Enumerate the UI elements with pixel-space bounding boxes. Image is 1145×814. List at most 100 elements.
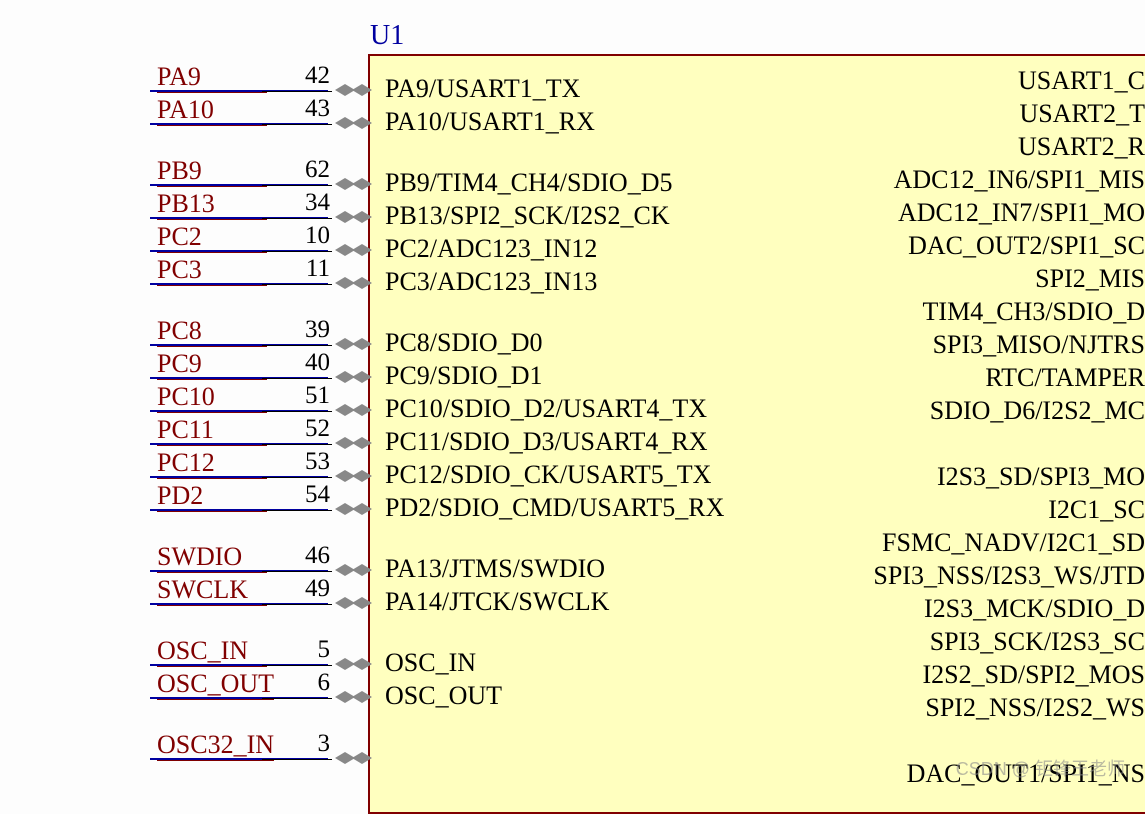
pin-function-right: TIM4_CH3/SDIO_D [923,297,1145,327]
io-arrow [362,437,372,449]
pin-number: 43 [270,95,330,123]
io-arrow [352,84,362,96]
net-label: PB13 [157,189,267,220]
net-label: PC2 [157,222,267,253]
pin-number: 52 [270,415,330,443]
pin-function: PC9/SDIO_D1 [385,361,542,391]
io-arrow [335,503,345,515]
io-arrow [335,338,345,350]
net-label: PB9 [157,156,267,187]
io-arrow [352,338,362,350]
pin-number: 3 [270,730,330,758]
pin-number: 54 [270,481,330,509]
io-arrow [335,277,345,289]
io-arrow [362,564,372,576]
pin-function-right: ADC12_IN7/SPI1_MO [898,198,1145,228]
pin-number: 11 [270,255,330,283]
pin-function-right: SPI2_MIS [1035,264,1145,294]
pin-function: PC2/ADC123_IN12 [385,234,597,264]
net-label: PC9 [157,349,267,380]
net-label: PC12 [157,448,267,479]
pin-function: PC10/SDIO_D2/USART4_TX [385,394,707,424]
io-arrow [362,470,372,482]
watermark: CSDN @ 钜锋王老师 [956,755,1125,781]
io-arrow [335,84,345,96]
pin-function-right: I2S2_SD/SPI2_MOS [922,660,1145,690]
io-arrow [335,564,345,576]
pin-number: 40 [270,349,330,377]
net-label: SWCLK [157,575,267,606]
pin-function-right: RTC/TAMPER [985,363,1145,393]
pin-function: OSC_IN [385,648,476,678]
io-arrow [362,597,372,609]
io-arrow [362,178,372,190]
io-arrow [352,244,362,256]
io-arrow [352,597,362,609]
pin-function-right: FSMC_NADV/I2C1_SD [882,528,1145,558]
pin-number: 10 [270,222,330,250]
io-arrow [352,691,362,703]
pin-function: PD2/SDIO_CMD/USART5_RX [385,493,724,523]
pin-function: PA10/USART1_RX [385,107,595,137]
io-arrow [352,277,362,289]
pin-number: 53 [270,448,330,476]
io-arrow [335,437,345,449]
net-label: PA10 [157,95,267,126]
io-arrow [335,752,345,764]
io-arrow [362,503,372,515]
io-arrow [335,658,345,670]
io-arrow [335,178,345,190]
io-arrow [352,178,362,190]
io-arrow [352,470,362,482]
io-arrow [335,117,345,129]
net-label: PA9 [157,62,267,93]
io-arrow [362,277,372,289]
io-arrow [335,371,345,383]
pin-number: 34 [270,189,330,217]
io-arrow [362,244,372,256]
pin-number: 62 [270,156,330,184]
pin-function-right: I2S3_SD/SPI3_MO [937,462,1145,492]
net-label: OSC_IN [157,636,267,667]
io-arrow [335,244,345,256]
pin-function-right: SPI3_SCK/I2S3_SC [930,627,1145,657]
net-label: SWDIO [157,542,267,573]
io-arrow [352,404,362,416]
pin-number: 6 [270,669,330,697]
pin-function: PB13/SPI2_SCK/I2S2_CK [385,201,670,231]
io-arrow [335,404,345,416]
pin-function-right: I2C1_SC [1048,495,1145,525]
io-arrow [352,503,362,515]
pin-number: 46 [270,542,330,570]
io-arrow [362,84,372,96]
net-label: OSC_OUT [157,669,274,700]
io-arrow [352,437,362,449]
net-label: PC8 [157,316,267,347]
io-arrow [335,470,345,482]
io-arrow [335,691,345,703]
pin-function: PA9/USART1_TX [385,74,580,104]
net-label: PC10 [157,382,267,413]
pin-function-right: ADC12_IN6/SPI1_MIS [894,165,1145,195]
pin-function-right: USART2_R [1018,132,1145,162]
pin-function: PA14/JTCK/SWCLK [385,587,609,617]
io-arrow [362,338,372,350]
pin-number: 49 [270,575,330,603]
io-arrow [352,117,362,129]
pin-function: PC8/SDIO_D0 [385,328,542,358]
io-arrow [362,117,372,129]
pin-function-right: SPI3_NSS/I2S3_WS/JTD [873,561,1145,591]
net-label: OSC32_IN [157,730,274,761]
io-arrow [352,211,362,223]
pin-function-right: USART1_C [1018,66,1145,96]
net-label: PC3 [157,255,267,286]
pin-function-right: I2S3_MCK/SDIO_D [924,594,1145,624]
io-arrow [362,371,372,383]
net-label: PC11 [157,415,267,446]
io-arrow [362,211,372,223]
pin-number: 5 [270,636,330,664]
pin-function-right: SPI2_NSS/I2S2_WS [925,693,1145,723]
io-arrow [362,752,372,764]
io-arrow [335,211,345,223]
io-arrow [352,564,362,576]
